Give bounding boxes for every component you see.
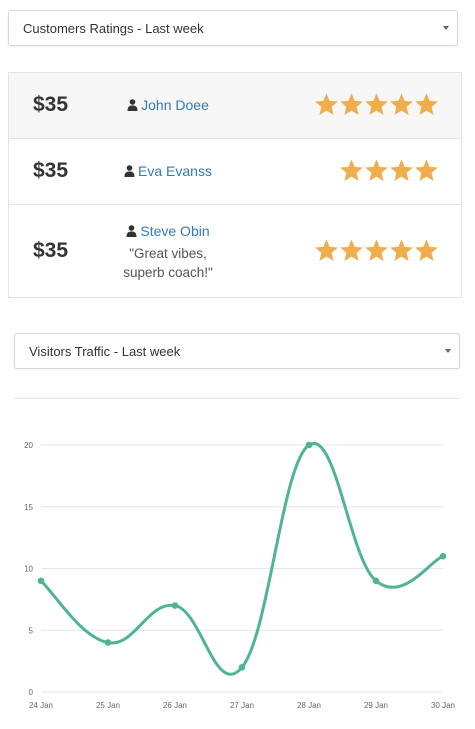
customer-cell: John Doee	[113, 97, 223, 116]
series-line	[39, 441, 445, 676]
data-point	[104, 639, 112, 646]
customer-quote: "Great vibes, superb coach!"	[123, 246, 213, 280]
user-icon	[124, 165, 135, 177]
star-icon	[390, 93, 413, 115]
x-tick-label: 30 Jan	[431, 701, 455, 710]
star-icon	[415, 239, 438, 261]
x-tick-label: 26 Jan	[163, 701, 187, 710]
star-icon	[340, 239, 363, 261]
data-point	[305, 441, 313, 449]
data-point	[439, 552, 447, 560]
rating-row: $35 Steve Obin "Great vibes, superb coac…	[9, 205, 461, 299]
star-rating	[314, 238, 439, 263]
x-tick-label: 29 Jan	[364, 701, 388, 710]
price-label: $35	[33, 239, 69, 262]
data-point	[37, 577, 45, 585]
x-tick-label: 27 Jan	[230, 701, 254, 710]
star-icon	[390, 159, 413, 181]
ratings-period-select[interactable]: Customers Ratings - Last week	[8, 10, 458, 46]
visitors-traffic-chart: 0 5 10 15 20 24 Jan 25 Jan 26 Jan 27 Jan 28 Jan 29…	[0, 396, 475, 724]
star-icon	[365, 159, 388, 181]
user-icon	[127, 99, 138, 111]
star-rating	[314, 92, 439, 117]
star-icon	[365, 239, 388, 261]
data-point	[238, 664, 246, 671]
traffic-period-value: Visitors Traffic - Last week	[29, 344, 181, 359]
y-tick-label: 5	[29, 626, 34, 635]
price-label: $35	[33, 93, 69, 116]
line-chart: 0 5 10 15 20 24 Jan 25 Jan 26 Jan 27 Jan 28 Jan 29…	[24, 441, 455, 710]
star-rating	[339, 158, 439, 183]
star-icon	[415, 93, 438, 115]
star-icon	[340, 159, 363, 181]
star-icon	[315, 93, 338, 115]
star-icon	[365, 93, 388, 115]
traffic-period-select[interactable]: Visitors Traffic - Last week	[14, 333, 460, 369]
price-label: $35	[33, 159, 69, 182]
star-icon	[340, 93, 363, 115]
user-icon	[126, 225, 137, 237]
chevron-down-icon	[443, 26, 449, 30]
ratings-table: $35 John Doee $35 Eva Evanss $35 Steve O…	[8, 72, 462, 298]
y-tick-label: 0	[29, 688, 34, 697]
customer-name-link[interactable]: Steve Obin	[140, 223, 209, 239]
y-tick-label: 15	[24, 503, 33, 512]
star-icon	[315, 239, 338, 261]
rating-row: $35 John Doee	[9, 73, 461, 139]
chevron-down-icon	[445, 349, 451, 353]
star-icon	[415, 159, 438, 181]
ratings-period-value: Customers Ratings - Last week	[23, 21, 204, 36]
x-tick-label: 28 Jan	[297, 701, 321, 710]
customer-name-link[interactable]: Eva Evanss	[138, 163, 212, 179]
customer-cell: Steve Obin "Great vibes, superb coach!"	[113, 223, 223, 282]
customer-name-link[interactable]: John Doee	[141, 97, 209, 113]
y-tick-label: 20	[24, 441, 33, 450]
customer-cell: Eva Evanss	[113, 163, 223, 182]
rating-row: $35 Eva Evanss	[9, 139, 461, 205]
data-point	[171, 602, 179, 609]
data-point	[372, 577, 380, 585]
star-icon	[390, 239, 413, 261]
x-tick-label: 25 Jan	[96, 701, 120, 710]
y-tick-label: 10	[24, 565, 33, 574]
x-tick-label: 24 Jan	[29, 701, 53, 710]
